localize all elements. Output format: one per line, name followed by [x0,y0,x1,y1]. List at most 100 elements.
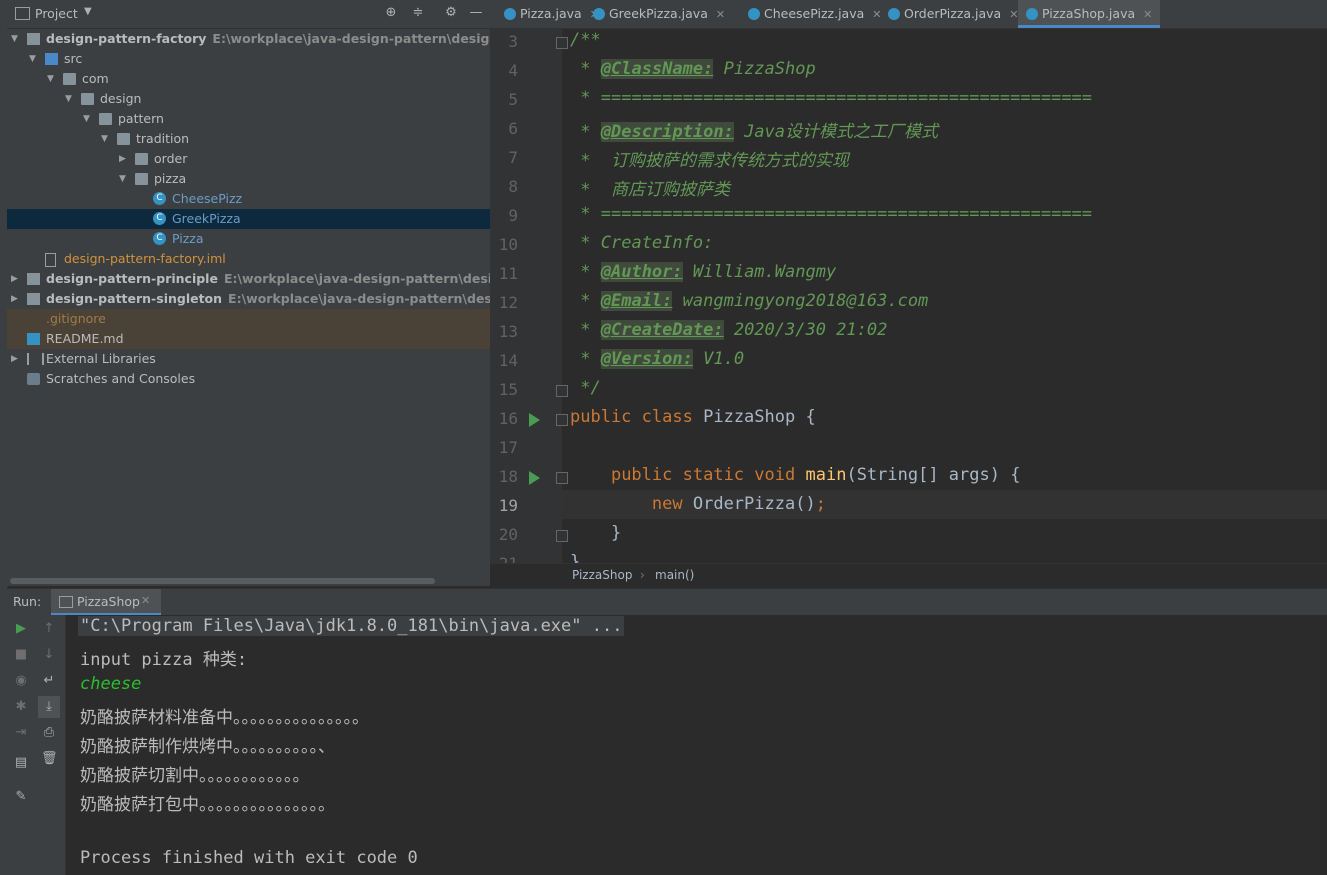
tab-orderpizza[interactable]: OrderPizza.java ✕ [880,0,1026,28]
rerun-icon[interactable]: ▶ [13,621,29,637]
expanded-arrow-icon[interactable]: ▼ [65,89,75,109]
doc-tag: @Version: [600,349,693,369]
tree-row[interactable]: ▼ design [7,89,490,109]
tree-row[interactable]: ▼ tradition [7,129,490,149]
tab-cheesepizz[interactable]: CheesePizz.java ✕ [740,0,889,28]
tree-row[interactable]: C CheesePizz [7,189,490,209]
class-icon [1026,8,1038,20]
expanded-arrow-icon[interactable]: ▼ [29,49,39,69]
tab-pizzashop[interactable]: PizzaShop.java ✕ [1018,0,1161,28]
fold-marker-icon[interactable] [556,530,568,542]
code-token: public [570,407,632,427]
tree-row[interactable]: C Pizza [7,229,490,249]
class-icon: C [153,192,166,205]
tree-row[interactable]: ▶ External Libraries [7,349,490,369]
scrollbar-thumb[interactable] [10,578,435,584]
collapsed-arrow-icon[interactable]: ▶ [11,349,21,369]
up-arrow-icon[interactable]: ↑ [41,621,57,637]
stop-icon[interactable]: ■ [13,647,29,663]
code-token: } [610,523,622,543]
close-icon[interactable]: ✕ [141,594,150,607]
collapsed-arrow-icon[interactable]: ▶ [11,289,21,309]
expanded-arrow-icon[interactable]: ▼ [11,29,21,49]
gear-icon[interactable]: ⚙ [444,6,458,20]
locate-icon[interactable]: ⊕ [384,6,398,20]
line-number: 17 [498,438,518,457]
tree-row[interactable]: ▼ src [7,49,490,69]
tree-row[interactable]: README.md [7,329,490,349]
project-tree: ▼ design-pattern-factory E:\workplace\java… [7,29,490,576]
console-line: 奶酪披萨材料准备中。。。。。。。。。。。。。。。 [80,708,369,728]
down-arrow-icon[interactable]: ↓ [41,647,57,663]
tree-row[interactable]: ▼ design-pattern-factory E:\workplace\java… [7,29,490,49]
code-token: ========================================… [600,88,1093,108]
project-view-selector[interactable]: Project [35,6,78,21]
close-icon[interactable]: ✕ [716,8,725,21]
hide-icon[interactable]: — [469,6,483,20]
expanded-arrow-icon[interactable]: ▼ [83,109,93,129]
code-token: * [580,88,591,108]
scroll-to-end-icon[interactable]: ⤓ [38,696,60,718]
code-token: OrderPizza() [692,494,816,514]
console-line: cheese [80,674,142,694]
line-number: 10 [498,235,518,254]
pin-icon[interactable]: ✎ [13,789,29,805]
code-line: * 订购披萨的需求传统方式的实现 [570,146,849,171]
camera-icon[interactable]: ◉ [13,673,29,689]
horizontal-scrollbar[interactable] [7,576,490,586]
code-editor[interactable]: 3 4 5 6 7 8 9 10 11 12 13 14 15 16 17 18 19 20 21 /** * @C… [490,29,1327,563]
code-token: 订购披萨的需求传统方式的实现 [610,151,849,171]
class-icon: C [153,212,166,225]
class-icon [593,8,605,20]
tab-label: GreekPizza.java [609,6,708,21]
collapsed-arrow-icon[interactable]: ▶ [119,149,129,169]
tree-row[interactable]: ▼ pattern [7,109,490,129]
run-gutter-icon[interactable] [529,413,540,427]
tree-row[interactable]: C GreekPizza [7,209,490,229]
fold-marker-icon[interactable] [556,385,568,397]
breadcrumb-class[interactable]: PizzaShop [572,568,632,582]
doc-tag: @Description: [600,122,734,142]
collapsed-arrow-icon[interactable]: ▶ [11,269,21,289]
breadcrumb-method[interactable]: main() [655,568,694,582]
print-icon[interactable]: ⎙ [41,725,57,741]
expanded-arrow-icon[interactable]: ▼ [101,129,111,149]
code-line: } [570,552,580,563]
tree-row[interactable]: ▶ order [7,149,490,169]
tree-row[interactable]: ▼ pizza [7,169,490,189]
class-icon: C [153,232,166,245]
tree-row[interactable]: design-pattern-factory.iml [7,249,490,269]
debug-icon[interactable]: ✱ [13,699,29,715]
layout-icon[interactable]: ▤ [13,755,29,771]
code-token: * [580,122,591,142]
tab-greekpizza[interactable]: GreekPizza.java ✕ [585,0,733,28]
code-token: * [580,59,591,79]
expanded-arrow-icon[interactable]: ▼ [119,169,129,189]
chevron-down-icon[interactable]: ▼ [84,6,92,17]
fold-marker-icon[interactable] [556,472,568,484]
tree-item-label: design-pattern-factory E:\workplace\java-… [46,29,490,49]
fold-marker-icon[interactable] [556,414,568,426]
soft-wrap-icon[interactable]: ↵ [41,673,57,689]
run-gutter-icon[interactable] [529,471,540,485]
collapse-all-icon[interactable]: ≑ [411,6,425,20]
tree-row[interactable]: ▶ design-pattern-singleton E:\workplace\ja… [7,289,490,309]
tree-item-label: pattern [118,111,164,126]
run-tab[interactable]: PizzaShop ✕ [51,589,161,615]
tree-row[interactable]: ▶ design-pattern-principle E:\workplace\ja… [7,269,490,289]
code-line: * CreateInfo: [570,233,713,253]
tree-item-label: pizza [154,171,187,186]
doc-tag: @Email: [600,291,673,311]
line-number: 11 [498,264,518,283]
exit-icon[interactable]: ⇥ [13,725,29,741]
close-icon[interactable]: ✕ [1143,8,1152,21]
trash-icon[interactable]: 🗑 [41,751,58,767]
tree-row[interactable]: Scratches and Consoles [7,369,490,389]
tree-row[interactable]: ▼ com [7,69,490,89]
expanded-arrow-icon[interactable]: ▼ [47,69,57,89]
tree-row[interactable]: .gitignore [7,309,490,329]
line-number: 16 [498,409,518,428]
console-output[interactable]: "C:\Program Files\Java\jdk1.8.0_181\bin\… [66,615,1327,875]
code-token: static [682,465,745,485]
fold-marker-icon[interactable] [556,37,568,49]
